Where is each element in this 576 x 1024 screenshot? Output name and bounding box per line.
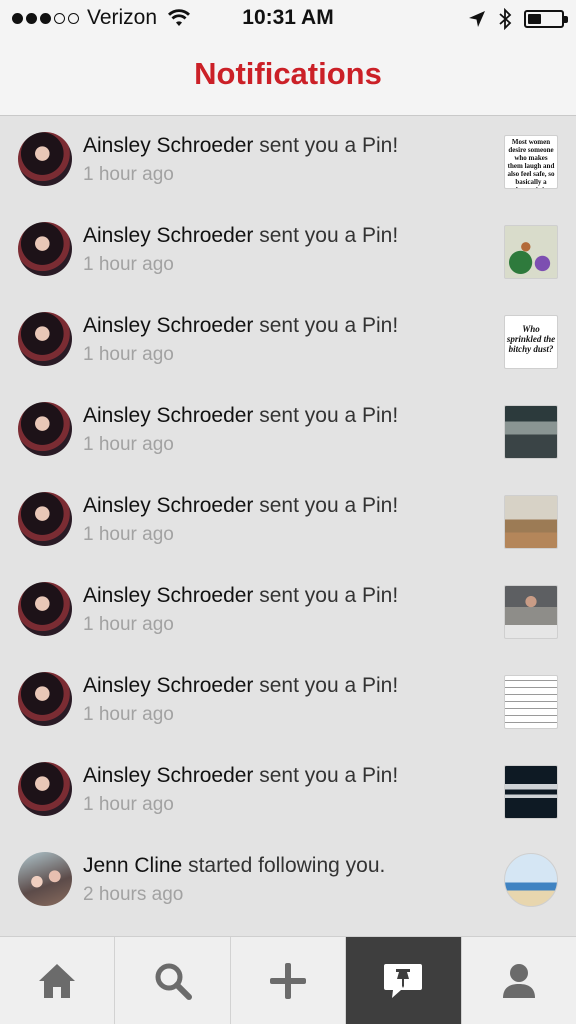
timestamp: 1 hour ago	[83, 524, 174, 545]
battery-icon	[524, 10, 568, 28]
user-name[interactable]: Ainsley Schroeder	[83, 584, 253, 607]
user-name[interactable]: Ainsley Schroeder	[83, 764, 253, 787]
timestamp: 1 hour ago	[83, 704, 174, 725]
pin-thumbnail[interactable]	[504, 225, 558, 279]
pin-thumbnail[interactable]	[504, 765, 558, 819]
action-text: sent you a Pin!	[253, 584, 399, 607]
action-text: sent you a Pin!	[253, 764, 399, 787]
pin-thumbnail[interactable]: Who sprinkled the bitchy dust?	[504, 315, 558, 369]
page-title: Notifications	[194, 56, 382, 91]
action-text: started following you.	[182, 854, 386, 877]
notification-row[interactable]: Ainsley Schroeder sent you a Pin! 1 hour…	[0, 117, 576, 207]
action-text: sent you a Pin!	[253, 314, 399, 337]
notification-text: Ainsley Schroeder sent you a Pin!	[83, 764, 398, 788]
avatar[interactable]	[18, 582, 72, 636]
profile-icon	[502, 963, 535, 998]
avatar[interactable]	[18, 852, 72, 906]
home-icon	[39, 963, 76, 998]
notification-row[interactable]: Ainsley Schroeder sent you a Pin! 1 hour…	[0, 477, 576, 567]
action-text: sent you a Pin!	[253, 224, 399, 247]
notification-row[interactable]: Ainsley Schroeder sent you a Pin! 1 hour…	[0, 657, 576, 747]
search-icon	[155, 963, 192, 1000]
pin-thumbnail[interactable]: Most women desire someone who makes them…	[504, 135, 558, 189]
timestamp: 1 hour ago	[83, 254, 174, 275]
notification-text: Ainsley Schroeder sent you a Pin!	[83, 404, 398, 428]
user-name[interactable]: Ainsley Schroeder	[83, 224, 253, 247]
navigation-bar: Notifications	[0, 38, 576, 116]
status-icons	[468, 8, 568, 30]
notifications-icon	[384, 963, 423, 998]
timestamp: 1 hour ago	[83, 794, 174, 815]
timestamp: 1 hour ago	[83, 434, 174, 455]
action-text: sent you a Pin!	[253, 494, 399, 517]
status-bar: Verizon 10:31 AM	[0, 0, 576, 38]
tab-notifications[interactable]	[346, 937, 462, 1024]
pin-thumbnail[interactable]	[504, 585, 558, 639]
tab-profile[interactable]	[462, 937, 576, 1024]
tab-add[interactable]	[231, 937, 347, 1024]
thumbnail-text: Who sprinkled the bitchy dust?	[506, 324, 556, 354]
avatar[interactable]	[18, 672, 72, 726]
user-name[interactable]: Ainsley Schroeder	[83, 404, 253, 427]
add-icon	[270, 962, 307, 999]
notification-text: Ainsley Schroeder sent you a Pin!	[83, 584, 398, 608]
user-name[interactable]: Ainsley Schroeder	[83, 494, 253, 517]
notification-text: Ainsley Schroeder sent you a Pin!	[83, 494, 398, 518]
action-text: sent you a Pin!	[253, 674, 399, 697]
notification-text: Jenn Cline started following you.	[83, 854, 385, 878]
timestamp: 1 hour ago	[83, 164, 174, 185]
bluetooth-icon	[499, 8, 512, 30]
timestamp: 2 hours ago	[83, 884, 184, 905]
follower-photo[interactable]	[504, 853, 558, 907]
thumbnail-text: Most women desire someone who makes them…	[507, 138, 555, 188]
notification-text: Ainsley Schroeder sent you a Pin!	[83, 674, 398, 698]
notification-row[interactable]: Ainsley Schroeder sent you a Pin! 1 hour…	[0, 297, 576, 387]
location-arrow-icon	[469, 11, 485, 27]
notification-text: Ainsley Schroeder sent you a Pin!	[83, 314, 398, 338]
notification-row[interactable]: Ainsley Schroeder sent you a Pin! 1 hour…	[0, 207, 576, 297]
avatar[interactable]	[18, 492, 72, 546]
avatar[interactable]	[18, 762, 72, 816]
pin-thumbnail[interactable]	[504, 405, 558, 459]
avatar[interactable]	[18, 312, 72, 366]
notification-row[interactable]: Ainsley Schroeder sent you a Pin! 1 hour…	[0, 387, 576, 477]
avatar[interactable]	[18, 402, 72, 456]
tab-home[interactable]	[0, 937, 116, 1024]
notification-row[interactable]: Ainsley Schroeder sent you a Pin! 1 hour…	[0, 747, 576, 837]
user-name[interactable]: Ainsley Schroeder	[83, 134, 253, 157]
action-text: sent you a Pin!	[253, 404, 399, 427]
notification-row[interactable]: Ainsley Schroeder sent you a Pin! 1 hour…	[0, 567, 576, 657]
user-name[interactable]: Ainsley Schroeder	[83, 314, 253, 337]
user-name[interactable]: Ainsley Schroeder	[83, 674, 253, 697]
pin-thumbnail[interactable]	[504, 675, 558, 729]
user-name[interactable]: Jenn Cline	[83, 854, 182, 877]
tab-search[interactable]	[115, 937, 231, 1024]
avatar[interactable]	[18, 222, 72, 276]
notification-row[interactable]: Jenn Cline started following you. 2 hour…	[0, 837, 576, 927]
notification-list: Ainsley Schroeder sent you a Pin! 1 hour…	[0, 117, 576, 927]
notification-text: Ainsley Schroeder sent you a Pin!	[83, 224, 398, 248]
notification-text: Ainsley Schroeder sent you a Pin!	[83, 134, 398, 158]
tab-bar	[0, 936, 576, 1024]
timestamp: 1 hour ago	[83, 344, 174, 365]
avatar[interactable]	[18, 132, 72, 186]
action-text: sent you a Pin!	[253, 134, 399, 157]
pin-thumbnail[interactable]	[504, 495, 558, 549]
timestamp: 1 hour ago	[83, 614, 174, 635]
